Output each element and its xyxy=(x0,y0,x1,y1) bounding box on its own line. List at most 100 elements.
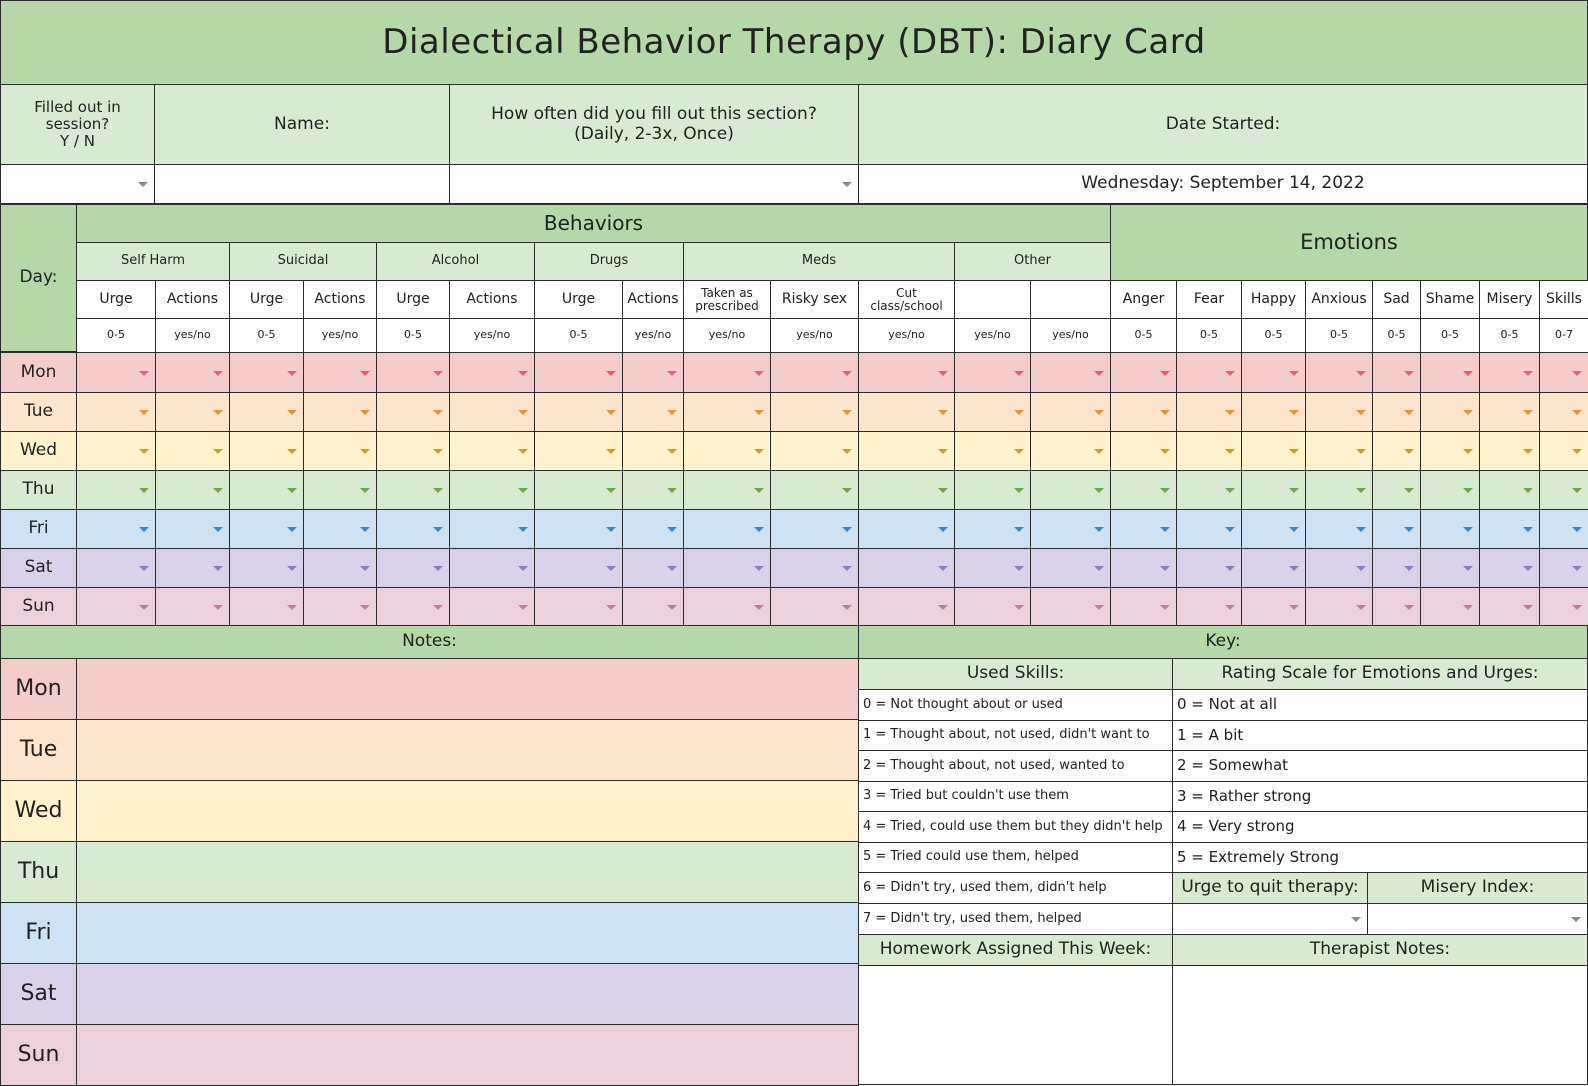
diary-cell-select[interactable] xyxy=(858,509,955,549)
diary-cell-select[interactable] xyxy=(1176,392,1242,432)
diary-cell-select[interactable] xyxy=(770,352,859,393)
diary-cell-select[interactable] xyxy=(1539,548,1588,588)
diary-cell-select[interactable] xyxy=(954,587,1031,626)
diary-cell-select[interactable] xyxy=(1305,392,1373,432)
diary-cell-select[interactable] xyxy=(1030,392,1111,432)
diary-cell-select[interactable] xyxy=(1030,548,1111,588)
diary-cell-select[interactable] xyxy=(229,587,304,626)
diary-cell-select[interactable] xyxy=(155,392,230,432)
diary-cell-select[interactable] xyxy=(622,587,684,626)
diary-cell-select[interactable] xyxy=(770,470,859,510)
diary-cell-select[interactable] xyxy=(1479,587,1540,626)
diary-cell-select[interactable] xyxy=(1305,431,1373,471)
diary-cell-select[interactable] xyxy=(622,548,684,588)
diary-cell-select[interactable] xyxy=(1241,392,1306,432)
diary-cell-select[interactable] xyxy=(1030,509,1111,549)
diary-cell-select[interactable] xyxy=(954,392,1031,432)
name-input[interactable] xyxy=(154,164,450,204)
diary-cell-select[interactable] xyxy=(303,392,377,432)
diary-cell-select[interactable] xyxy=(1110,352,1177,393)
diary-cell-select[interactable] xyxy=(858,392,955,432)
diary-cell-select[interactable] xyxy=(376,392,450,432)
diary-cell-select[interactable] xyxy=(1479,392,1540,432)
diary-cell-select[interactable] xyxy=(1176,548,1242,588)
diary-cell-select[interactable] xyxy=(858,431,955,471)
diary-cell-select[interactable] xyxy=(1372,392,1421,432)
diary-cell-select[interactable] xyxy=(229,470,304,510)
diary-cell-select[interactable] xyxy=(1241,431,1306,471)
diary-cell-select[interactable] xyxy=(449,392,535,432)
diary-cell-select[interactable] xyxy=(622,509,684,549)
diary-cell-select[interactable] xyxy=(449,470,535,510)
diary-cell-select[interactable] xyxy=(954,431,1031,471)
diary-cell-select[interactable] xyxy=(770,587,859,626)
diary-cell-select[interactable] xyxy=(449,509,535,549)
diary-cell-select[interactable] xyxy=(1420,587,1480,626)
diary-cell-select[interactable] xyxy=(155,431,230,471)
therapist-notes-input[interactable] xyxy=(1172,965,1588,1085)
diary-cell-select[interactable] xyxy=(303,470,377,510)
diary-cell-select[interactable] xyxy=(1241,470,1306,510)
diary-cell-select[interactable] xyxy=(1241,352,1306,393)
diary-cell-select[interactable] xyxy=(303,431,377,471)
notes-input-sun[interactable] xyxy=(76,1024,859,1086)
diary-cell-select[interactable] xyxy=(76,548,156,588)
diary-cell-select[interactable] xyxy=(770,392,859,432)
homework-input[interactable] xyxy=(858,965,1173,1085)
diary-cell-select[interactable] xyxy=(1030,352,1111,393)
diary-cell-select[interactable] xyxy=(1372,587,1421,626)
diary-cell-select[interactable] xyxy=(534,431,623,471)
diary-cell-select[interactable] xyxy=(155,509,230,549)
diary-cell-select[interactable] xyxy=(1479,548,1540,588)
diary-cell-select[interactable] xyxy=(1241,587,1306,626)
diary-cell-select[interactable] xyxy=(1110,431,1177,471)
date-started-value[interactable]: Wednesday: September 14, 2022 xyxy=(858,164,1588,204)
diary-cell-select[interactable] xyxy=(1176,352,1242,393)
diary-cell-select[interactable] xyxy=(449,431,535,471)
diary-cell-select[interactable] xyxy=(1110,509,1177,549)
diary-cell-select[interactable] xyxy=(1420,509,1480,549)
diary-cell-select[interactable] xyxy=(76,587,156,626)
diary-cell-select[interactable] xyxy=(1539,352,1588,393)
diary-cell-select[interactable] xyxy=(683,470,771,510)
diary-cell-select[interactable] xyxy=(1539,587,1588,626)
diary-cell-select[interactable] xyxy=(622,431,684,471)
notes-input-wed[interactable] xyxy=(76,780,859,842)
diary-cell-select[interactable] xyxy=(229,431,304,471)
diary-cell-select[interactable] xyxy=(76,431,156,471)
notes-input-fri[interactable] xyxy=(76,902,859,964)
diary-cell-select[interactable] xyxy=(770,548,859,588)
diary-cell-select[interactable] xyxy=(1030,431,1111,471)
diary-cell-select[interactable] xyxy=(770,431,859,471)
diary-cell-select[interactable] xyxy=(376,352,450,393)
diary-cell-select[interactable] xyxy=(534,509,623,549)
diary-cell-select[interactable] xyxy=(1479,431,1540,471)
diary-cell-select[interactable] xyxy=(1176,431,1242,471)
diary-cell-select[interactable] xyxy=(1539,509,1588,549)
diary-cell-select[interactable] xyxy=(376,431,450,471)
diary-cell-select[interactable] xyxy=(622,392,684,432)
diary-cell-select[interactable] xyxy=(76,509,156,549)
diary-cell-select[interactable] xyxy=(858,548,955,588)
diary-cell-select[interactable] xyxy=(770,509,859,549)
diary-cell-select[interactable] xyxy=(76,352,156,393)
diary-cell-select[interactable] xyxy=(683,392,771,432)
notes-input-tue[interactable] xyxy=(76,719,859,781)
notes-input-mon[interactable] xyxy=(76,658,859,720)
diary-cell-select[interactable] xyxy=(1176,509,1242,549)
diary-cell-select[interactable] xyxy=(1030,470,1111,510)
diary-cell-select[interactable] xyxy=(858,587,955,626)
diary-cell-select[interactable] xyxy=(155,587,230,626)
diary-cell-select[interactable] xyxy=(534,352,623,393)
diary-cell-select[interactable] xyxy=(1372,470,1421,510)
diary-cell-select[interactable] xyxy=(1539,392,1588,432)
diary-cell-select[interactable] xyxy=(1420,548,1480,588)
diary-cell-select[interactable] xyxy=(449,587,535,626)
diary-cell-select[interactable] xyxy=(1305,470,1373,510)
diary-cell-select[interactable] xyxy=(376,587,450,626)
misery-index-select[interactable] xyxy=(1367,903,1588,935)
diary-cell-select[interactable] xyxy=(1479,352,1540,393)
diary-cell-select[interactable] xyxy=(1372,548,1421,588)
diary-cell-select[interactable] xyxy=(1176,470,1242,510)
diary-cell-select[interactable] xyxy=(376,548,450,588)
